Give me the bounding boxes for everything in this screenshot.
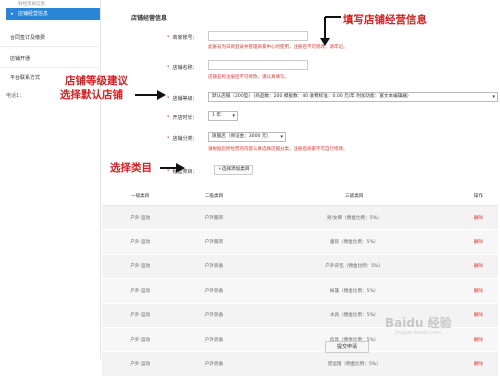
watermark-url: jingyan.baidu.com: [395, 330, 442, 336]
shop-category-hint: 请根据您所经营的内容认真选择店铺分类，注册后商家不可自行修改。: [208, 147, 348, 152]
delete-link[interactable]: 删除: [458, 278, 498, 304]
table-cell: 户外装备: [178, 254, 250, 280]
shop-name-input[interactable]: [208, 60, 308, 70]
table-cell: 帐篷（佣金比例：5%）: [249, 278, 459, 304]
chevron-down-icon: ▾: [280, 134, 283, 140]
annotation-select-category: 选择类目: [110, 162, 152, 174]
duration-label: * 开店时长：: [167, 115, 198, 121]
annotation-level-line1: 店铺等级建议: [65, 75, 128, 87]
table-cell: 户外 运动: [102, 303, 179, 328]
table-cell: 户外 运动: [102, 351, 179, 377]
duration-select[interactable]: 1 年 ▾: [208, 111, 238, 121]
merchant-account-input[interactable]: [208, 31, 308, 41]
chevron-down-icon: ▾: [232, 113, 235, 119]
table-cell: 户外 运动: [102, 205, 179, 231]
add-category-button[interactable]: +选择添加类目: [214, 165, 254, 175]
table-cell: 户外背包（佣金比例：5%）: [249, 254, 459, 280]
sidebar-item-contact[interactable]: 平台联系方式: [10, 74, 40, 81]
table-header-row: 一级类目 二级类目 三级类目 操作: [102, 187, 498, 206]
shop-name-label: * 店铺名称：: [167, 65, 198, 71]
sidebar: 财经资质信息 店铺经营信息 合同签订及缴费 店铺开通 平台联系方式 电话1：: [0, 0, 101, 359]
table-row: 户外 运动 户外装备 帐篷（佣金比例：5%） 删除: [102, 278, 498, 304]
table-row: 户外 运动 户外装备 户外背包（佣金比例：5%） 删除: [102, 254, 498, 280]
table-cell: 户外 运动: [102, 229, 179, 255]
category-table: 一级类目 二级类目 三级类目 操作 户外 运动 户外服饰 男/女裤（佣金比例：5…: [102, 187, 498, 377]
table-cell: 户外装备: [178, 351, 250, 377]
annotation-arrow-right-icon: [135, 90, 166, 100]
table-header: 一级类目: [102, 187, 179, 206]
sidebar-item-shop-info[interactable]: 店铺经营信息: [6, 8, 100, 20]
delete-link[interactable]: 删除: [458, 351, 498, 377]
shop-level-select[interactable]: 默认店铺（200型）（商品数：200 模板数：40 收费标准：0.00 元/年 …: [208, 92, 498, 102]
delete-link[interactable]: 删除: [458, 254, 498, 280]
table-cell: 户外装备: [178, 278, 250, 304]
table-cell: 童装（佣金比例：5%）: [249, 229, 459, 255]
table-cell: 户外装备: [178, 327, 250, 353]
table-cell: 户外服饰: [178, 229, 250, 255]
merchant-account-label: * 商家账号：: [167, 35, 198, 41]
annotation-level-line2: 选择默认店铺: [60, 89, 123, 101]
shop-level-label: * 店铺等级：: [167, 96, 198, 102]
table-cell: 户外服饰: [178, 205, 250, 231]
chevron-down-icon: ▾: [492, 94, 495, 100]
annotation-arrow-down-icon: [320, 16, 341, 46]
table-header: 三级类目: [249, 187, 459, 206]
delete-link[interactable]: 删除: [458, 229, 498, 255]
delete-link[interactable]: 删除: [458, 303, 498, 328]
table-cell: 户外 运动: [102, 254, 179, 280]
table-cell: 男/女裤（佣金比例：5%）: [249, 205, 459, 231]
table-cell: 户外 运动: [102, 278, 179, 304]
sidebar-item-contract[interactable]: 合同签订及缴费: [10, 34, 45, 41]
table-cell: 望远镜（佣金比例：5%）: [249, 351, 459, 377]
annotation-arrow-right-icon: [160, 163, 185, 173]
sidebar-divider: [0, 67, 100, 68]
delete-link[interactable]: 删除: [458, 327, 498, 353]
delete-link[interactable]: 删除: [458, 205, 498, 231]
submit-button[interactable]: 提交申请: [325, 341, 369, 353]
section-title: 店铺经营信息: [131, 15, 168, 22]
sidebar-divider: [0, 46, 100, 47]
sidebar-phone-label: 电话1：: [6, 93, 25, 99]
shop-name-hint: 店铺名称注册后不可修改，请认真填写。: [208, 75, 289, 80]
shop-category-select[interactable]: 旗舰店（保证金：3000 元） ▾: [208, 132, 286, 142]
table-cell: 户外 运动: [102, 327, 179, 353]
sidebar-item-shop-open[interactable]: 店铺开通: [10, 55, 30, 62]
table-row: 户外 运动 户外装备 望远镜（佣金比例：5%） 删除: [102, 351, 498, 377]
sidebar-top-text: 财经资质信息: [18, 2, 45, 7]
table-header: 二级类目: [178, 187, 250, 206]
table-row: 户外 运动 户外服饰 童装（佣金比例：5%） 删除: [102, 229, 498, 255]
shop-category-label: * 店铺分类：: [167, 136, 198, 142]
watermark-logo: Baidu 经验: [385, 316, 452, 330]
table-row: 户外 运动 户外服饰 男/女裤（佣金比例：5%） 删除: [102, 205, 498, 231]
table-header: 操作: [458, 187, 498, 206]
annotation-fill-info: 填写店铺经营信息: [343, 14, 427, 26]
table-cell: 户外装备: [178, 303, 250, 328]
